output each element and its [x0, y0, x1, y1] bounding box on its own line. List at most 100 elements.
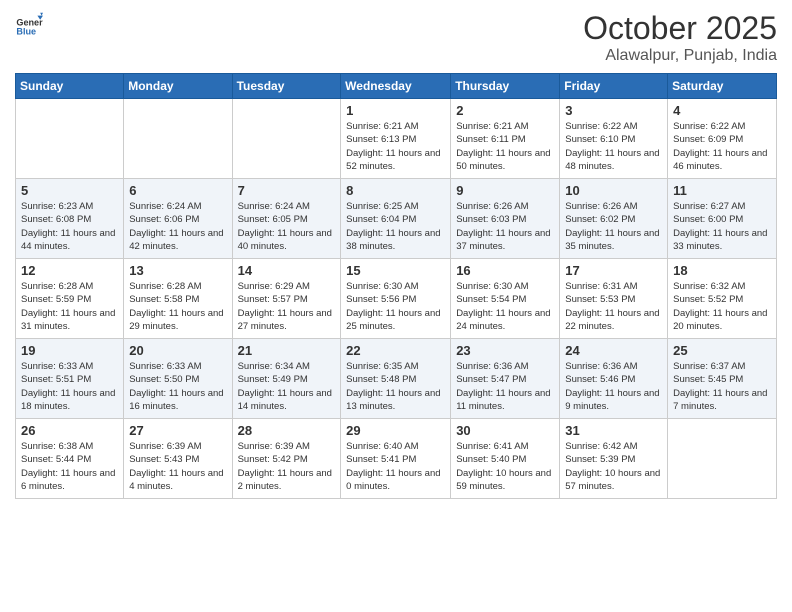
day-number: 28	[238, 423, 336, 438]
day-number: 29	[346, 423, 445, 438]
day-number: 26	[21, 423, 118, 438]
calendar-cell: 2 Sunrise: 6:21 AM Sunset: 6:11 PM Daylig…	[451, 99, 560, 179]
day-info: Sunrise: 6:22 AM Sunset: 6:10 PM Dayligh…	[565, 120, 662, 173]
calendar-week-row: 19 Sunrise: 6:33 AM Sunset: 5:51 PM Dayli…	[16, 339, 777, 419]
calendar-cell	[124, 99, 232, 179]
day-number: 13	[129, 263, 226, 278]
col-header-thursday: Thursday	[451, 74, 560, 99]
day-number: 3	[565, 103, 662, 118]
calendar-cell: 10 Sunrise: 6:26 AM Sunset: 6:02 PM Dayli…	[560, 179, 668, 259]
day-info: Sunrise: 6:26 AM Sunset: 6:03 PM Dayligh…	[456, 200, 554, 253]
day-info: Sunrise: 6:28 AM Sunset: 5:58 PM Dayligh…	[129, 280, 226, 333]
day-info: Sunrise: 6:30 AM Sunset: 5:56 PM Dayligh…	[346, 280, 445, 333]
calendar-cell: 23 Sunrise: 6:36 AM Sunset: 5:47 PM Dayli…	[451, 339, 560, 419]
col-header-wednesday: Wednesday	[341, 74, 451, 99]
col-header-sunday: Sunday	[16, 74, 124, 99]
day-number: 14	[238, 263, 336, 278]
day-number: 18	[673, 263, 771, 278]
calendar-cell: 28 Sunrise: 6:39 AM Sunset: 5:42 PM Dayli…	[232, 419, 341, 499]
day-info: Sunrise: 6:36 AM Sunset: 5:47 PM Dayligh…	[456, 360, 554, 413]
day-info: Sunrise: 6:24 AM Sunset: 6:05 PM Dayligh…	[238, 200, 336, 253]
day-info: Sunrise: 6:37 AM Sunset: 5:45 PM Dayligh…	[673, 360, 771, 413]
day-info: Sunrise: 6:27 AM Sunset: 6:00 PM Dayligh…	[673, 200, 771, 253]
page-header: General Blue October 2025 Alawalpur, Pun…	[15, 10, 777, 65]
logo-icon: General Blue	[15, 10, 43, 38]
day-info: Sunrise: 6:22 AM Sunset: 6:09 PM Dayligh…	[673, 120, 771, 173]
day-number: 1	[346, 103, 445, 118]
day-info: Sunrise: 6:23 AM Sunset: 6:08 PM Dayligh…	[21, 200, 118, 253]
calendar-cell: 31Sunrise: 6:42 AM Sunset: 5:39 PM Dayli…	[560, 419, 668, 499]
calendar-header-row: SundayMondayTuesdayWednesdayThursdayFrid…	[16, 74, 777, 99]
calendar-week-row: 26Sunrise: 6:38 AM Sunset: 5:44 PM Dayli…	[16, 419, 777, 499]
day-number: 16	[456, 263, 554, 278]
col-header-saturday: Saturday	[668, 74, 777, 99]
day-number: 8	[346, 183, 445, 198]
day-info: Sunrise: 6:30 AM Sunset: 5:54 PM Dayligh…	[456, 280, 554, 333]
calendar-cell: 12 Sunrise: 6:28 AM Sunset: 5:59 PM Dayli…	[16, 259, 124, 339]
col-header-monday: Monday	[124, 74, 232, 99]
calendar-cell	[668, 419, 777, 499]
calendar-cell: 9 Sunrise: 6:26 AM Sunset: 6:03 PM Daylig…	[451, 179, 560, 259]
day-info: Sunrise: 6:39 AM Sunset: 5:42 PM Dayligh…	[238, 440, 336, 493]
calendar-week-row: 12 Sunrise: 6:28 AM Sunset: 5:59 PM Dayli…	[16, 259, 777, 339]
calendar-cell	[16, 99, 124, 179]
calendar-cell: 30 Sunrise: 6:41 AM Sunset: 5:40 PM Dayli…	[451, 419, 560, 499]
col-header-friday: Friday	[560, 74, 668, 99]
day-info: Sunrise: 6:31 AM Sunset: 5:53 PM Dayligh…	[565, 280, 662, 333]
day-number: 15	[346, 263, 445, 278]
day-number: 7	[238, 183, 336, 198]
calendar-table: SundayMondayTuesdayWednesdayThursdayFrid…	[15, 73, 777, 499]
day-number: 4	[673, 103, 771, 118]
day-number: 9	[456, 183, 554, 198]
day-info: Sunrise: 6:33 AM Sunset: 5:51 PM Dayligh…	[21, 360, 118, 413]
day-number: 5	[21, 183, 118, 198]
day-number: 10	[565, 183, 662, 198]
day-info: Sunrise: 6:36 AM Sunset: 5:46 PM Dayligh…	[565, 360, 662, 413]
calendar-cell: 11 Sunrise: 6:27 AM Sunset: 6:00 PM Dayli…	[668, 179, 777, 259]
calendar-cell	[232, 99, 341, 179]
calendar-cell: 26Sunrise: 6:38 AM Sunset: 5:44 PM Dayli…	[16, 419, 124, 499]
calendar-cell: 15 Sunrise: 6:30 AM Sunset: 5:56 PM Dayli…	[341, 259, 451, 339]
day-info: Sunrise: 6:28 AM Sunset: 5:59 PM Dayligh…	[21, 280, 118, 333]
logo: General Blue	[15, 10, 43, 38]
day-number: 25	[673, 343, 771, 358]
calendar-cell: 19 Sunrise: 6:33 AM Sunset: 5:51 PM Dayli…	[16, 339, 124, 419]
day-info: Sunrise: 6:40 AM Sunset: 5:41 PM Dayligh…	[346, 440, 445, 493]
calendar-cell: 25 Sunrise: 6:37 AM Sunset: 5:45 PM Dayli…	[668, 339, 777, 419]
calendar-cell: 7 Sunrise: 6:24 AM Sunset: 6:05 PM Daylig…	[232, 179, 341, 259]
day-info: Sunrise: 6:24 AM Sunset: 6:06 PM Dayligh…	[129, 200, 226, 253]
day-number: 22	[346, 343, 445, 358]
calendar-cell: 6Sunrise: 6:24 AM Sunset: 6:06 PM Daylig…	[124, 179, 232, 259]
day-number: 31	[565, 423, 662, 438]
calendar-cell: 17 Sunrise: 6:31 AM Sunset: 5:53 PM Dayli…	[560, 259, 668, 339]
day-info: Sunrise: 6:39 AM Sunset: 5:43 PM Dayligh…	[129, 440, 226, 493]
day-number: 12	[21, 263, 118, 278]
day-info: Sunrise: 6:26 AM Sunset: 6:02 PM Dayligh…	[565, 200, 662, 253]
day-number: 30	[456, 423, 554, 438]
calendar-cell: 27 Sunrise: 6:39 AM Sunset: 5:43 PM Dayli…	[124, 419, 232, 499]
day-number: 27	[129, 423, 226, 438]
month-title: October 2025	[583, 10, 777, 47]
day-number: 17	[565, 263, 662, 278]
calendar-cell: 14Sunrise: 6:29 AM Sunset: 5:57 PM Dayli…	[232, 259, 341, 339]
calendar-week-row: 1Sunrise: 6:21 AM Sunset: 6:13 PM Daylig…	[16, 99, 777, 179]
day-number: 19	[21, 343, 118, 358]
calendar-cell: 22 Sunrise: 6:35 AM Sunset: 5:48 PM Dayli…	[341, 339, 451, 419]
calendar-cell: 18Sunrise: 6:32 AM Sunset: 5:52 PM Dayli…	[668, 259, 777, 339]
location-title: Alawalpur, Punjab, India	[583, 47, 777, 65]
svg-text:Blue: Blue	[16, 27, 36, 37]
day-number: 11	[673, 183, 771, 198]
day-info: Sunrise: 6:35 AM Sunset: 5:48 PM Dayligh…	[346, 360, 445, 413]
day-info: Sunrise: 6:21 AM Sunset: 6:11 PM Dayligh…	[456, 120, 554, 173]
day-info: Sunrise: 6:34 AM Sunset: 5:49 PM Dayligh…	[238, 360, 336, 413]
calendar-cell: 4 Sunrise: 6:22 AM Sunset: 6:09 PM Daylig…	[668, 99, 777, 179]
day-number: 23	[456, 343, 554, 358]
day-info: Sunrise: 6:41 AM Sunset: 5:40 PM Dayligh…	[456, 440, 554, 493]
day-number: 2	[456, 103, 554, 118]
calendar-week-row: 5 Sunrise: 6:23 AM Sunset: 6:08 PM Daylig…	[16, 179, 777, 259]
day-number: 20	[129, 343, 226, 358]
calendar-cell: 5 Sunrise: 6:23 AM Sunset: 6:08 PM Daylig…	[16, 179, 124, 259]
calendar-cell: 3 Sunrise: 6:22 AM Sunset: 6:10 PM Daylig…	[560, 99, 668, 179]
title-block: October 2025 Alawalpur, Punjab, India	[583, 10, 777, 65]
col-header-tuesday: Tuesday	[232, 74, 341, 99]
